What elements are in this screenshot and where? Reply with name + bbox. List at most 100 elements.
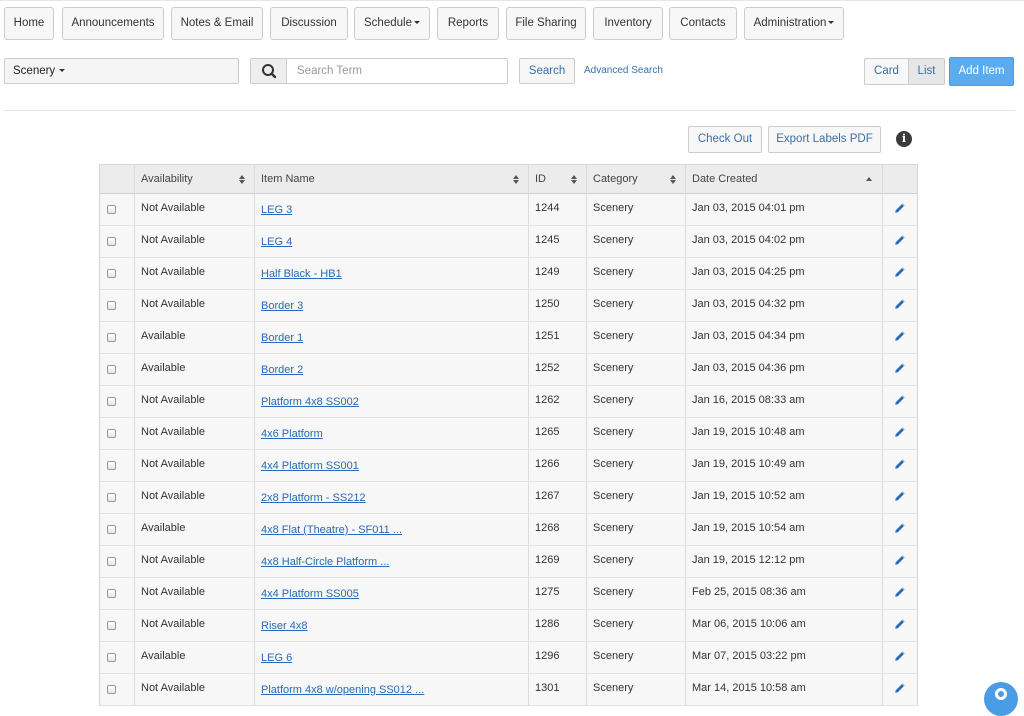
pencil-icon[interactable] — [894, 650, 906, 662]
nav-inventory-button[interactable]: Inventory — [593, 7, 663, 40]
category-cell: Scenery — [587, 354, 686, 385]
nav-announcements-button[interactable]: Announcements — [62, 7, 164, 40]
item-name-link[interactable]: Platform 4x8 SS002 — [261, 387, 359, 417]
item-name-link[interactable]: 4x8 Half-Circle Platform ... — [261, 547, 389, 577]
item-name-link[interactable]: 2x8 Platform - SS212 — [261, 483, 366, 513]
row-checkbox[interactable] — [107, 589, 116, 598]
edit-cell — [883, 258, 919, 289]
nav-schedule-dropdown[interactable]: Schedule — [354, 7, 430, 40]
table-row: Not Available LEG 3 1244 Scenery Jan 03, 201… — [100, 194, 917, 226]
nav-file-sharing-button[interactable]: File Sharing — [506, 7, 586, 40]
row-checkbox[interactable] — [107, 365, 116, 374]
item-name-link[interactable]: 4x4 Platform SS005 — [261, 579, 359, 609]
pencil-icon[interactable] — [894, 426, 906, 438]
pencil-icon[interactable] — [894, 394, 906, 406]
item-name-link[interactable]: Half Black - HB1 — [261, 259, 342, 289]
date-created-cell: Jan 03, 2015 04:34 pm — [686, 322, 883, 353]
pencil-icon[interactable] — [894, 554, 906, 566]
help-bubble-icon[interactable] — [984, 682, 1018, 716]
nav-discussion-button[interactable]: Discussion — [270, 7, 348, 40]
pencil-icon[interactable] — [894, 618, 906, 630]
availability-cell: Not Available — [135, 546, 255, 577]
row-checkbox[interactable] — [107, 269, 116, 278]
row-checkbox[interactable] — [107, 333, 116, 342]
item-name-link[interactable]: 4x4 Platform SS001 — [261, 451, 359, 481]
row-checkbox[interactable] — [107, 461, 116, 470]
availability-cell: Not Available — [135, 290, 255, 321]
category-select[interactable]: Scenery — [4, 58, 239, 84]
item-name-link[interactable]: LEG 4 — [261, 227, 292, 257]
export-labels-pdf-button[interactable]: Export Labels PDF — [768, 126, 881, 153]
row-checkbox[interactable] — [107, 429, 116, 438]
advanced-search-link[interactable]: Advanced Search — [584, 65, 663, 76]
search-button[interactable]: Search — [519, 58, 575, 84]
pencil-icon[interactable] — [894, 298, 906, 310]
pencil-icon[interactable] — [894, 458, 906, 470]
id-cell: 1286 — [529, 610, 587, 641]
nav-administration-dropdown[interactable]: Administration — [744, 7, 844, 40]
row-checkbox[interactable] — [107, 621, 116, 630]
sort-icon — [571, 175, 578, 185]
row-checkbox[interactable] — [107, 237, 116, 246]
row-checkbox[interactable] — [107, 301, 116, 310]
column-header-label: Availability — [141, 173, 193, 185]
availability-cell: Available — [135, 642, 255, 673]
item-name-link[interactable]: Border 1 — [261, 323, 303, 353]
date-created-cell: Jan 03, 2015 04:01 pm — [686, 194, 883, 225]
nav-home-button[interactable]: Home — [4, 7, 54, 40]
row-checkbox[interactable] — [107, 525, 116, 534]
item-name-link[interactable]: 4x6 Platform — [261, 419, 323, 449]
pencil-icon[interactable] — [894, 234, 906, 246]
row-checkbox[interactable] — [107, 493, 116, 502]
item-name-cell: 4x8 Flat (Theatre) - SF011 ... — [255, 514, 529, 545]
item-name-link[interactable]: 4x8 Flat (Theatre) - SF011 ... — [261, 515, 402, 545]
item-name-link[interactable]: Border 3 — [261, 291, 303, 321]
column-header-item-name[interactable]: Item Name — [255, 165, 529, 193]
search-input[interactable] — [286, 58, 508, 84]
sort-icon — [513, 175, 520, 185]
category-cell: Scenery — [587, 578, 686, 609]
view-list-button[interactable]: List — [908, 58, 945, 85]
column-header-date-created[interactable]: Date Created — [686, 165, 883, 193]
row-checkbox[interactable] — [107, 685, 116, 694]
date-created-cell: Jan 03, 2015 04:25 pm — [686, 258, 883, 289]
item-name-link[interactable]: Riser 4x8 — [261, 611, 307, 641]
view-card-button[interactable]: Card — [864, 58, 909, 85]
item-name-cell: Platform 4x8 SS002 — [255, 386, 529, 417]
pencil-icon[interactable] — [894, 682, 906, 694]
date-created-cell: Jan 16, 2015 08:33 am — [686, 386, 883, 417]
row-checkbox[interactable] — [107, 205, 116, 214]
nav-notes-email-button[interactable]: Notes & Email — [171, 7, 263, 40]
pencil-icon[interactable] — [894, 266, 906, 278]
pencil-icon[interactable] — [894, 586, 906, 598]
item-name-link[interactable]: Platform 4x8 w/opening SS012 ... — [261, 675, 424, 705]
item-name-cell: 4x8 Half-Circle Platform ... — [255, 546, 529, 577]
item-name-link[interactable]: Border 2 — [261, 355, 303, 385]
nav-contacts-button[interactable]: Contacts — [669, 7, 737, 40]
date-created-cell: Mar 07, 2015 03:22 pm — [686, 642, 883, 673]
item-name-cell: Platform 4x8 w/opening SS012 ... — [255, 674, 529, 705]
row-select-cell — [100, 610, 135, 641]
item-name-cell: Border 3 — [255, 290, 529, 321]
column-header-availability[interactable]: Availability — [135, 165, 255, 193]
edit-cell — [883, 578, 919, 609]
pencil-icon[interactable] — [894, 202, 906, 214]
pencil-icon[interactable] — [894, 522, 906, 534]
row-checkbox[interactable] — [107, 653, 116, 662]
row-checkbox[interactable] — [107, 557, 116, 566]
check-out-button[interactable]: Check Out — [688, 126, 762, 153]
pencil-icon[interactable] — [894, 330, 906, 342]
availability-cell: Not Available — [135, 450, 255, 481]
info-icon[interactable]: i — [896, 131, 912, 147]
nav-reports-button[interactable]: Reports — [437, 7, 499, 40]
column-header-category[interactable]: Category — [587, 165, 686, 193]
id-cell: 1301 — [529, 674, 587, 705]
pencil-icon[interactable] — [894, 490, 906, 502]
item-name-link[interactable]: LEG 6 — [261, 643, 292, 673]
column-header-id[interactable]: ID — [529, 165, 587, 193]
add-item-button[interactable]: Add Item — [949, 57, 1014, 86]
table-row: Not Available 4x4 Platform SS001 1266 Scene… — [100, 450, 917, 482]
pencil-icon[interactable] — [894, 362, 906, 374]
row-checkbox[interactable] — [107, 397, 116, 406]
item-name-link[interactable]: LEG 3 — [261, 195, 292, 225]
